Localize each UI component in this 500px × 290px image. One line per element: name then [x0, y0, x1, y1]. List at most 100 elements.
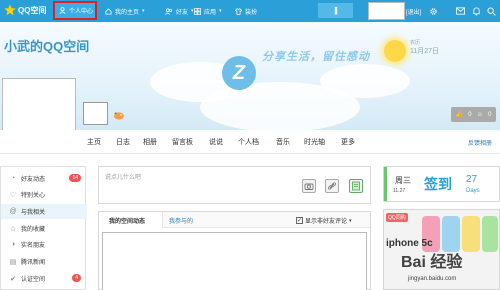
- feedback-link[interactable]: 反馈相册: [468, 130, 492, 154]
- checkbox[interactable]: ✓: [296, 217, 303, 224]
- sidebar-item-label: 腾讯新闻: [21, 260, 46, 266]
- blog-write-icon[interactable]: [349, 179, 363, 193]
- sidebar-item-label: 我的收藏: [21, 227, 46, 233]
- sidebar-item-label: 实名朋友: [21, 243, 46, 249]
- phone-image: [462, 216, 480, 252]
- feed-content-area: [102, 232, 367, 290]
- nav-my-homepage-label: 我的主页: [115, 9, 140, 16]
- nav-decorate-label: 装扮: [245, 9, 258, 16]
- link-icon[interactable]: [325, 179, 339, 193]
- at-icon: @: [9, 208, 17, 215]
- chevron-down-icon: ▾: [349, 217, 352, 224]
- cover-date: 11月27日: [410, 48, 440, 55]
- nav-personal-center-label: 个人中心: [69, 9, 94, 15]
- nav-apps[interactable]: 应用 ▾: [194, 0, 222, 22]
- tab-joined-feed[interactable]: 我参与的: [169, 212, 193, 228]
- days-label: Days: [466, 188, 480, 194]
- pause-icon[interactable]: ||: [318, 3, 353, 18]
- notification-badge: 14: [69, 174, 81, 182]
- nav-my-homepage[interactable]: 我的主页 ▾: [105, 0, 145, 22]
- page-title: 小武的QQ空间: [4, 39, 90, 54]
- phone-image: [482, 216, 498, 252]
- thumbs-up-icon: 👍: [455, 112, 464, 118]
- tab-timeline[interactable]: 时光轴: [304, 130, 325, 154]
- star-icon: ☆: [9, 225, 17, 233]
- left-sidebar: ◔ 好友动态 14 ♡ 特别关心 @ 与我相关 ☆ 我的收藏 ◑ 实名朋友 ▤ …: [0, 166, 87, 290]
- tab-profile[interactable]: 个人档: [238, 130, 259, 154]
- logout-link[interactable]: [退出]: [406, 0, 421, 22]
- contacts-icon: ◑: [10, 241, 16, 248]
- camera-icon[interactable]: [302, 179, 316, 193]
- sidebar-item-friend-feed[interactable]: ◔ 好友动态 14: [1, 171, 87, 186]
- filter-label: 显示非好友评论: [305, 219, 348, 225]
- person-icon: [59, 7, 66, 14]
- non-friend-comments-toggle[interactable]: ✓ 显示非好友评论 ▾: [296, 216, 352, 225]
- tab-blog[interactable]: 日志: [116, 130, 130, 154]
- news-icon: ▤: [9, 258, 17, 266]
- nav-decorate[interactable]: 装扮: [235, 0, 257, 22]
- composer-placeholder[interactable]: 说点儿什么吧: [105, 172, 141, 181]
- feed-icon: ◔: [10, 175, 16, 182]
- sidebar-item-related-to-me[interactable]: @ 与我相关: [1, 204, 87, 219]
- tab-my-space-feed[interactable]: 我的空间动态: [99, 212, 163, 228]
- home-icon: [105, 7, 112, 15]
- phone-image: [442, 216, 460, 252]
- username-box[interactable]: [368, 2, 405, 20]
- tab-more[interactable]: 更多: [341, 130, 355, 154]
- tab-home[interactable]: 主页: [87, 130, 101, 154]
- weekday-label: 周三: [395, 176, 411, 185]
- grid-icon: [194, 7, 201, 15]
- like-count: 0: [468, 111, 472, 118]
- status-composer[interactable]: 说点儿什么吧: [98, 166, 371, 204]
- search-icon[interactable]: [486, 6, 496, 16]
- sidebar-item-favorites[interactable]: ☆ 我的收藏: [1, 221, 87, 236]
- secondary-avatar[interactable]: [83, 102, 108, 125]
- qzone-logo[interactable]: QQ空间: [4, 4, 46, 16]
- sun-decoration: [384, 40, 406, 62]
- sidebar-item-tencent-news[interactable]: ▤ 腾讯新闻: [1, 254, 87, 269]
- bird-icon[interactable]: [113, 110, 125, 120]
- mail-icon[interactable]: [455, 6, 465, 16]
- settings-gear-icon[interactable]: [428, 6, 438, 16]
- sidebar-item-label: 特别关心: [21, 193, 46, 199]
- ad-badge: QQ同购: [386, 213, 408, 222]
- verified-icon: ✔: [10, 275, 16, 283]
- tab-moods[interactable]: 说说: [209, 130, 223, 154]
- chevron-down-icon: ▾: [219, 8, 222, 14]
- days-count: 27: [466, 174, 478, 185]
- tab-music[interactable]: 音乐: [276, 130, 290, 154]
- sidebar-item-real-name-friends[interactable]: ◑ 实名朋友: [1, 237, 87, 252]
- nav-personal-center[interactable]: 个人中心: [53, 1, 97, 20]
- tab-album[interactable]: 相册: [143, 130, 157, 154]
- check-in-button[interactable]: 签到: [424, 174, 452, 194]
- like-other-count: 0: [488, 111, 492, 118]
- like-counter[interactable]: 👍 0 ☺ 0: [451, 107, 496, 122]
- friends-icon: [165, 7, 172, 15]
- bell-icon[interactable]: [471, 6, 481, 16]
- sidebar-item-label: 认证空间: [21, 277, 46, 283]
- logo-text: QQ空间: [18, 5, 47, 15]
- slogan-text: 分享生活，留住感动: [262, 51, 370, 63]
- nav-friends-label: 好友: [176, 9, 189, 16]
- chevron-down-icon: ▾: [142, 8, 145, 14]
- check-in-date: 11.27: [393, 188, 406, 194]
- sidebar-item-verified-spaces[interactable]: ✔ 认证空间 4: [1, 271, 87, 286]
- sidebar-item-label: 好友动态: [21, 177, 46, 183]
- view-icon: ☺: [476, 111, 483, 118]
- nav-apps-label: 应用: [204, 9, 217, 16]
- feed-panel: 我的空间动态 我参与的 ✓ 显示非好友评论 ▾: [98, 211, 371, 290]
- watermark-text: Bai 经验: [401, 254, 463, 271]
- tab-message-board[interactable]: 留言板: [172, 130, 193, 154]
- space-tab-bar: 主页 日志 相册 留言板 说说 个人档 音乐 时光轴 更多 反馈相册: [0, 130, 500, 154]
- watermark-url: jingyan.baidu.com: [408, 276, 457, 282]
- feed-tab-bar: 我的空间动态 我参与的 ✓ 显示非好友评论 ▾: [99, 212, 370, 228]
- star-logo-icon: [4, 4, 16, 16]
- sidebar-item-special-care[interactable]: ♡ 特别关心: [1, 187, 87, 202]
- check-in-card: 周三 11.27 签到 27 Days: [383, 166, 500, 202]
- sidebar-item-label: 与我相关: [21, 210, 46, 216]
- cloud-decoration: [320, 64, 410, 98]
- nav-friends[interactable]: 好友 ▾: [165, 0, 194, 22]
- z-logo-badge: Z: [222, 56, 256, 90]
- shirt-icon: [235, 7, 242, 15]
- notification-badge: 4: [72, 274, 81, 282]
